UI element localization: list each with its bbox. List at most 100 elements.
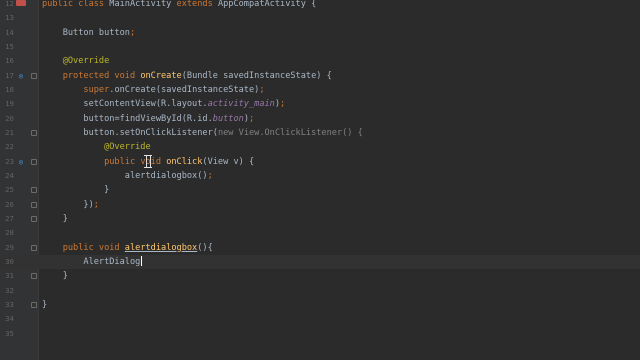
code-line[interactable]: 12 public class MainActivity extends AppC… (0, 0, 640, 11)
code-text[interactable]: } (42, 183, 109, 197)
code-line[interactable]: 31 } (0, 269, 640, 283)
code-line[interactable]: 15 (0, 40, 640, 54)
code-token: public class (42, 0, 110, 9)
code-text[interactable]: } (42, 298, 47, 312)
code-line[interactable]: 20 button=findViewById(R.id.button); (0, 112, 640, 126)
code-text[interactable]: alertdialogbox(); (42, 169, 213, 183)
code-line[interactable]: 26 }); (0, 198, 640, 212)
fold-toggle-icon[interactable] (31, 201, 37, 208)
code-token: super (83, 84, 110, 95)
line-number[interactable]: 27 (0, 212, 14, 226)
code-text[interactable]: super.onCreate(savedInstanceState); (42, 83, 265, 97)
code-line[interactable]: 18 super.onCreate(savedInstanceState); (0, 83, 640, 97)
override-marker-icon[interactable]: ◎ (17, 72, 25, 80)
code-token: button (98, 27, 130, 38)
code-line[interactable]: 28 (0, 226, 640, 240)
code-text[interactable]: public class MainActivity extends AppCom… (42, 0, 316, 11)
line-number[interactable]: 20 (0, 112, 14, 126)
code-token: ; (280, 99, 286, 110)
code-token: .setOnClickListener( (114, 127, 218, 138)
line-number[interactable]: 19 (0, 97, 14, 111)
line-number[interactable]: 12 (0, 0, 14, 11)
line-number[interactable]: 18 (0, 83, 14, 97)
code-token: public void (42, 242, 125, 253)
fold-toggle-icon[interactable] (31, 244, 37, 251)
line-number[interactable]: 35 (0, 327, 14, 341)
code-line[interactable]: 16 @Override (0, 54, 640, 68)
code-line[interactable]: 32 (0, 284, 640, 298)
fold-toggle-icon[interactable] (31, 158, 37, 165)
line-number[interactable]: 17 (0, 69, 14, 83)
line-number[interactable]: 26 (0, 198, 14, 212)
fold-toggle-icon[interactable] (31, 301, 37, 308)
code-editor[interactable]: 12 public class MainActivity extends AppC… (0, 0, 640, 341)
code-line[interactable]: 21 button.setOnClickListener(new View.On… (0, 126, 640, 140)
code-token: ; (259, 84, 265, 95)
code-token: extends (176, 0, 218, 9)
code-line[interactable]: 13 (0, 11, 640, 25)
fold-toggle-icon[interactable] (31, 72, 37, 79)
line-number[interactable]: 30 (0, 255, 14, 269)
line-number[interactable]: 24 (0, 169, 14, 183)
code-token: button (83, 113, 115, 124)
line-number[interactable]: 25 (0, 183, 14, 197)
code-token: }) (42, 199, 94, 210)
code-text[interactable]: button.setOnClickListener(new View.OnCli… (42, 126, 363, 140)
code-text[interactable]: button=findViewById(R.id.button); (42, 112, 254, 126)
code-line[interactable]: 23 ◎ public void onClick(View v) { (0, 155, 640, 169)
code-token: setContentView(R.layout. (42, 99, 208, 110)
line-number[interactable]: 31 (0, 269, 14, 283)
line-number[interactable]: 23 (0, 155, 14, 169)
code-line[interactable]: 14 Button button; (0, 26, 640, 40)
code-token: onClick (166, 156, 203, 167)
code-text[interactable]: AlertDialog (42, 255, 143, 269)
fold-toggle-icon[interactable] (31, 215, 37, 222)
code-line[interactable]: 24 alertdialogbox(); (0, 169, 640, 183)
code-token: View.OnClickListener() { (238, 127, 363, 138)
fold-toggle-icon[interactable] (31, 187, 37, 194)
code-text[interactable]: public void alertdialogbox(){ (42, 241, 213, 255)
code-token: ; (207, 170, 213, 181)
line-number[interactable]: 13 (0, 11, 14, 25)
code-token: ; (93, 199, 99, 210)
line-number[interactable]: 29 (0, 241, 14, 255)
code-token: new (217, 127, 239, 138)
line-number[interactable]: 15 (0, 40, 14, 54)
code-token: Button (42, 27, 99, 38)
line-number[interactable]: 32 (0, 284, 14, 298)
code-text[interactable]: }); (42, 198, 99, 212)
fold-toggle-icon[interactable] (31, 273, 37, 280)
code-token: @Override (42, 56, 110, 67)
code-token: } (42, 213, 68, 224)
code-text[interactable]: @Override (42, 140, 151, 154)
code-line[interactable]: 27 } (0, 212, 640, 226)
code-line[interactable]: 29 public void alertdialogbox(){ (0, 241, 640, 255)
override-marker-icon[interactable]: ◎ (17, 158, 25, 166)
line-number[interactable]: 33 (0, 298, 14, 312)
line-number[interactable]: 34 (0, 312, 14, 326)
code-text[interactable]: } (42, 212, 68, 226)
code-line[interactable]: 35 (0, 327, 640, 341)
code-text[interactable]: Button button; (42, 26, 135, 40)
code-line[interactable]: 19 setContentView(R.layout.activity_main… (0, 97, 640, 111)
code-line[interactable]: 34 (0, 312, 640, 326)
code-token: .onCreate(savedInstanceState) (109, 84, 260, 95)
code-line[interactable]: 17 ◎ protected void onCreate(Bundle saved… (0, 69, 640, 83)
line-number[interactable]: 14 (0, 26, 14, 40)
code-line[interactable]: 30 AlertDialog (0, 254, 640, 270)
code-line[interactable]: 22 @Override (0, 140, 640, 154)
code-line[interactable]: 25 } (0, 183, 640, 197)
code-token: ; (249, 113, 255, 124)
code-token: (){ (197, 242, 213, 253)
code-text[interactable]: @Override (42, 54, 110, 68)
code-text[interactable]: } (42, 269, 68, 283)
line-number[interactable]: 21 (0, 126, 14, 140)
code-text[interactable]: setContentView(R.layout.activity_main); (42, 97, 285, 111)
code-text[interactable]: protected void onCreate(Bundle savedInst… (42, 69, 332, 83)
line-number[interactable]: 22 (0, 140, 14, 154)
line-number[interactable]: 28 (0, 226, 14, 240)
code-line[interactable]: 33} (0, 298, 640, 312)
fold-toggle-icon[interactable] (31, 129, 37, 136)
line-number[interactable]: 16 (0, 54, 14, 68)
